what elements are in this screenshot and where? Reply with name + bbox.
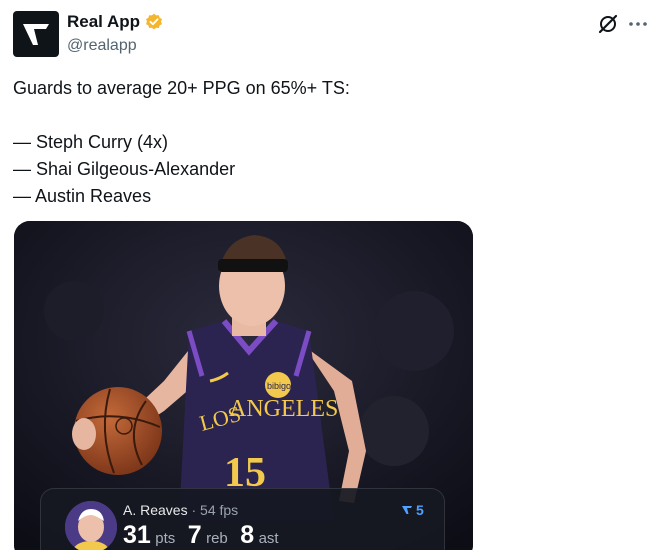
author-avatar[interactable] (13, 11, 59, 57)
tweet-line (13, 102, 633, 129)
name-separator: · (191, 502, 197, 518)
player-stat-line: 31 pts 7 reb 8 ast (123, 521, 287, 550)
real-app-count-badge[interactable]: 5 (401, 502, 424, 518)
tweet-text: Guards to average 20+ PPG on 65%+ TS: — … (13, 75, 633, 210)
grok-icon (598, 14, 618, 34)
assists-value: 8 (240, 521, 255, 549)
author-name-row: Real App (67, 12, 163, 32)
real-app-logo-icon (402, 506, 412, 514)
player-name: A. Reaves (123, 502, 188, 518)
author-handle[interactable]: @realapp (67, 37, 137, 55)
player-stat-card[interactable]: A. Reaves · 54 fps 31 pts 7 reb 8 ast 5 (40, 488, 445, 550)
rebounds-label: reb (206, 530, 228, 547)
tweet-line: Guards to average 20+ PPG on 65%+ TS: (13, 78, 350, 98)
points-label: pts (155, 530, 176, 547)
player-avatar (65, 501, 117, 550)
real-app-logo-icon (23, 24, 49, 45)
assists-label: ast (258, 530, 279, 547)
tweet-line: — Steph Curry (4x) (13, 132, 169, 152)
more-horizontal-icon (629, 22, 647, 26)
player-name-row: A. Reaves · 54 fps (123, 502, 238, 518)
badge-count: 5 (416, 502, 424, 518)
player-fps: 54 fps (200, 502, 239, 518)
rebounds-value: 7 (187, 521, 202, 549)
more-button[interactable] (626, 12, 650, 36)
points-value: 31 (123, 521, 151, 549)
verified-badge-icon (145, 13, 163, 31)
jersey-lettering: ANGELES (229, 396, 338, 422)
sponsor-patch: bibigo (267, 381, 291, 391)
grok-button[interactable] (596, 12, 620, 36)
tweet-line: — Shai Gilgeous-Alexander (13, 159, 236, 179)
tweet-line: — Austin Reaves (13, 186, 152, 206)
author-display-name[interactable]: Real App (67, 12, 140, 32)
